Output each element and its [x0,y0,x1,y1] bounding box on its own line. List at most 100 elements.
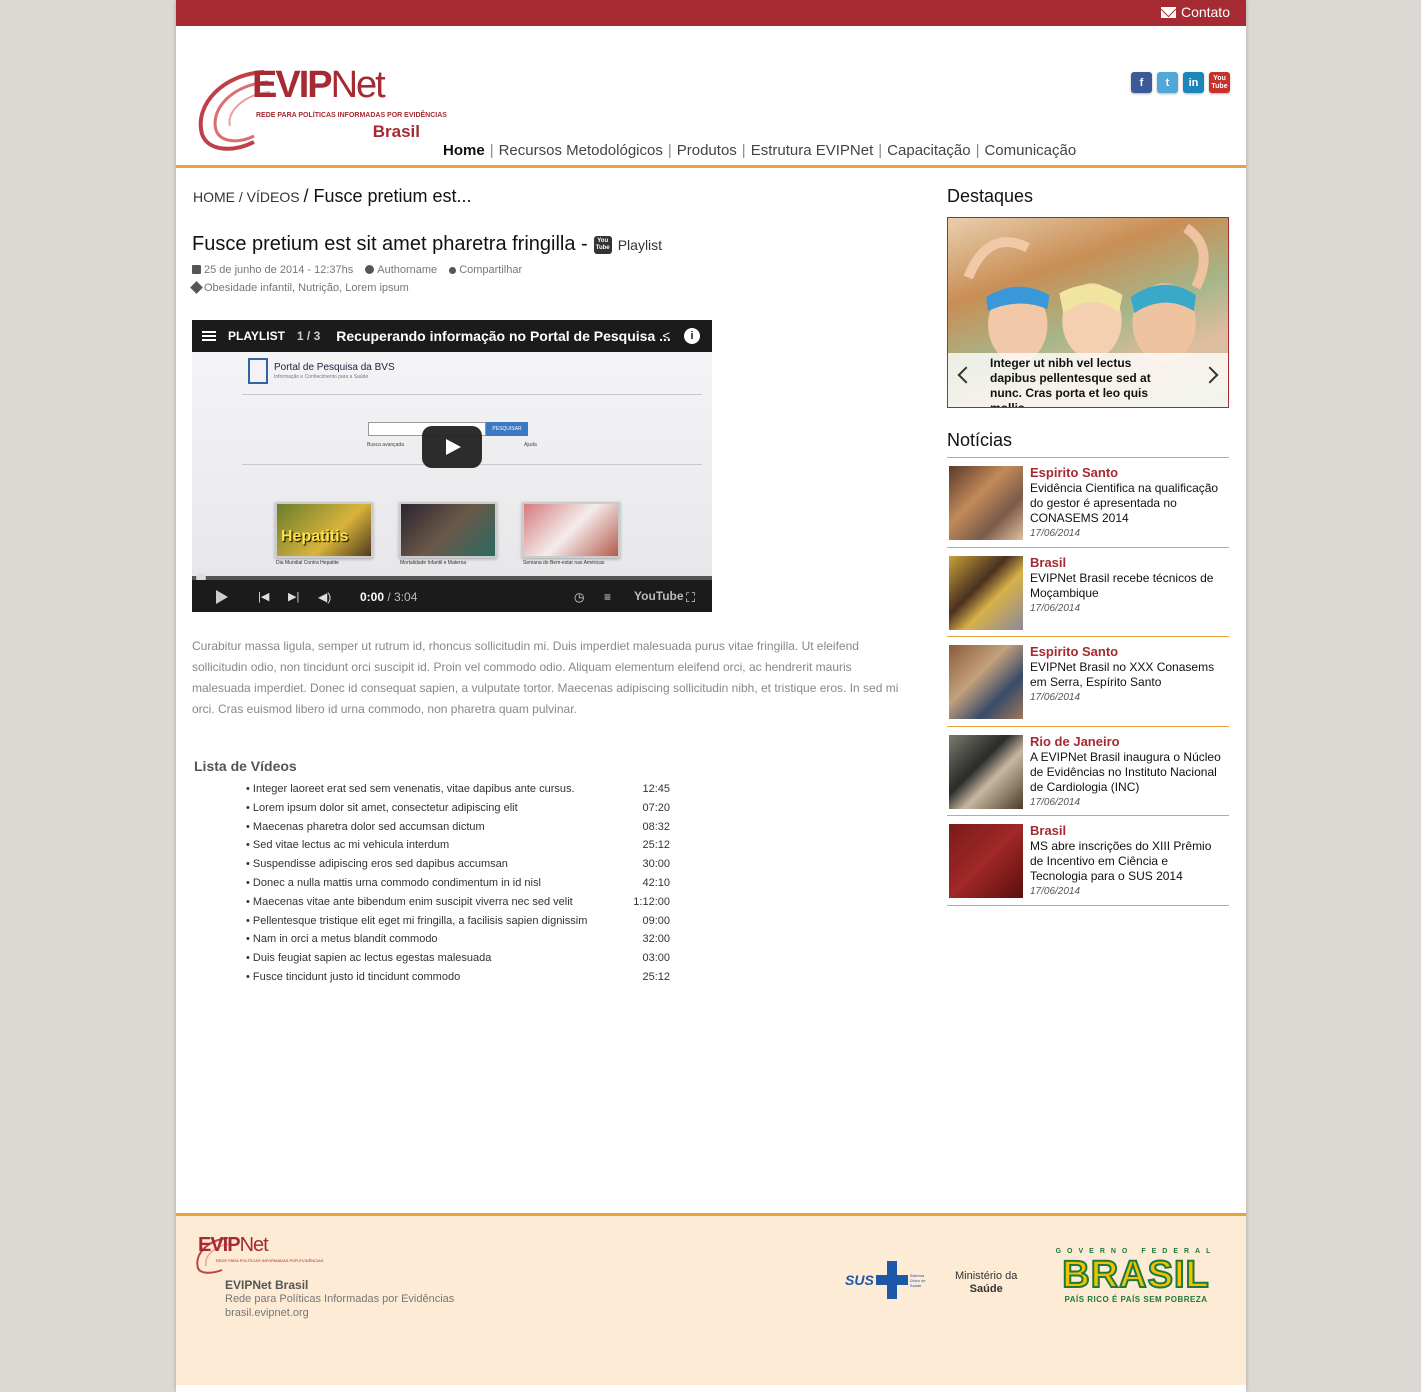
thumb1-label: Hepatitis [281,528,349,545]
ministerio-saude-logo[interactable]: Ministério da Saúde [955,1270,1017,1296]
news-text: A EVIPNet Brasil inaugura o Núcleo de Ev… [1030,749,1221,794]
facebook-icon[interactable]: f [1131,72,1152,93]
evipnet-logo[interactable]: EVIPNet REDE PARA POLÍTICAS INFORMADAS P… [194,44,447,154]
footer-logo-tagline: REDE PARA POLÍTICAS INFORMADAS POR EVIDÊ… [216,1258,324,1263]
logo-country: Brasil [372,122,420,141]
logo-evip: EVIP [252,64,333,106]
volume-icon[interactable]: ◀) [318,590,331,604]
article-date: 25 de junho de 2014 - 12:37hs [204,264,354,276]
twitter-icon[interactable]: t [1157,72,1178,93]
linkedin-icon[interactable]: in [1183,72,1204,93]
news-item[interactable]: Rio de Janeiro A EVIPNet Brasil inaugura… [947,727,1229,817]
youtube-icon[interactable]: You Tube [1209,72,1230,93]
news-thumbnail [949,824,1023,899]
video-list-item[interactable]: Nam in orci a metus blandit commodo 32:00 [246,930,670,949]
bvs-advanced-search: Busca avançada [367,442,404,448]
video-item-duration: 07:20 [642,801,670,814]
video-thumb-semana [522,502,620,558]
nav-recursos[interactable]: Recursos Metodológicos [499,142,663,159]
video-item-duration: 03:00 [642,952,670,965]
video-list-item[interactable]: Maecenas pharetra dolor sed accumsan dic… [246,818,670,837]
youtube-logo[interactable]: YouTube [634,589,684,603]
video-item-label: Fusce tincidunt justo id tincidunt commo… [246,968,460,987]
footer-name: EVIPNet Brasil [225,1278,309,1292]
video-list-item[interactable]: Sed vitae lectus ac mi vehicula interdum… [246,836,670,855]
sus-logo[interactable]: SUS Sistema Único de Saúde [845,1260,930,1300]
tags-text[interactable]: Obesidade infantil, Nutrição, Lorem ipsu… [204,282,409,294]
player-info-icon[interactable]: i [684,328,700,344]
governo-federal-logo[interactable]: GOVERNO FEDERAL BRASIL PAÍS RICO É PAÍS … [1048,1248,1224,1304]
video-list-item[interactable]: Donec a nulla mattis urna commodo condim… [246,874,670,893]
news-item[interactable]: Brasil MS abre inscrições do XIII Prêmio… [947,816,1229,906]
footer-logo[interactable]: EVIPNet [198,1234,269,1257]
logo-tagline: REDE PARA POLÍTICAS INFORMADAS POR EVIDÊ… [256,112,447,119]
article-title-text: Fusce pretium est sit amet pharetra frin… [192,233,588,255]
sidebar: Destaques Integer ut nibh vel lectus dap… [947,186,1229,906]
breadcrumb-home[interactable]: HOME [193,189,235,205]
play-button[interactable] [422,426,482,468]
news-item[interactable]: Espirito Santo Evidência Cientifica na q… [947,458,1229,548]
nav-estrutura[interactable]: Estrutura EVIPNet [751,142,874,159]
nav-comunicacao[interactable]: Comunicação [984,142,1076,159]
news-date: 17/06/2014 [1030,528,1081,539]
nav-capacitacao[interactable]: Capacitação [887,142,970,159]
video-list-item[interactable]: Lorem ipsum dolor sit amet, consectetur … [246,799,670,818]
contato-link[interactable]: Contato [1160,4,1230,20]
playlist-icon[interactable]: ≡ [604,590,611,604]
share-link[interactable]: Compartilhar [449,264,522,276]
gov-bottom: PAÍS RICO É PAÍS SEM POBREZA [1064,1295,1208,1304]
sus-wordmark: SUS [845,1272,874,1288]
nav-separator: | [489,142,494,159]
slide-caption: Integer ut nibh vel lectus dapibus pelle… [948,353,1228,407]
news-date: 17/06/2014 [1030,692,1081,704]
news-thumbnail [949,734,1023,809]
bvs-header: Portal de Pesquisa da BVS Informação e C… [248,358,395,390]
video-item-label: Sed vitae lectus ac mi vehicula interdum [246,836,449,855]
watch-later-icon[interactable]: ◷ [574,590,584,604]
player-video-title[interactable]: Recuperando informação no Portal de Pesq… [336,328,671,344]
thumb3-caption: Semana do Bem-estar nas Américas [523,560,605,566]
bvs-title: Portal de Pesquisa da BVS [274,362,395,373]
video-item-label: Donec a nulla mattis urna commodo condim… [246,874,541,893]
video-list-item[interactable]: Integer laoreet erat sed sem venenatis, … [246,780,670,799]
video-list-item[interactable]: Suspendisse adipiscing eros sed dapibus … [246,855,670,874]
news-thumbnail [949,555,1023,630]
nav-separator: | [975,142,980,159]
nav-produtos[interactable]: Produtos [677,142,737,159]
video-list: Integer laoreet erat sed sem venenatis, … [246,780,670,987]
video-list-item[interactable]: Duis feugiat sapien ac lectus egestas ma… [246,949,670,968]
footer-url[interactable]: brasil.evipnet.org [225,1307,309,1319]
video-player[interactable]: PLAYLIST 1 / 3 Recuperando informação no… [192,320,712,612]
player-playlist-label[interactable]: PLAYLIST [228,329,285,343]
news-item[interactable]: Brasil EVIPNet Brasil recebe técnicos de… [947,548,1229,638]
video-item-label: Maecenas vitae ante bibendum enim suscip… [246,893,573,912]
playlist-menu-icon[interactable] [202,331,216,341]
ministerio-line2: Saúde [969,1283,1003,1295]
video-list-item[interactable]: Pellentesque tristique elit eget mi frin… [246,912,670,931]
news-category: Brasil [1030,823,1067,839]
video-item-label: Duis feugiat sapien ac lectus egestas ma… [246,949,491,968]
article-author[interactable]: Authorname [377,264,437,276]
player-share-icon[interactable]: < [662,328,670,343]
playlist-link[interactable]: Playlist [618,237,662,253]
video-list-item[interactable]: Maecenas vitae ante bibendum enim suscip… [246,893,670,912]
time-total: / 3:04 [387,590,418,604]
news-item[interactable]: Espirito Santo EVIPNet Brasil no XXX Con… [947,637,1229,727]
video-thumb-mortalidade [399,502,497,558]
video-item-duration: 30:00 [642,858,670,871]
play-icon[interactable] [216,590,228,604]
slider-prev-icon[interactable] [957,366,975,384]
breadcrumb-videos[interactable]: VÍDEOS [247,189,300,205]
fullscreen-icon[interactable]: ⛶ [686,590,695,606]
video-item-duration: 25:12 [642,970,670,983]
slider-next-icon[interactable] [1201,366,1219,384]
next-icon[interactable]: ▶| [288,590,299,603]
news-category: Espirito Santo [1030,644,1119,660]
nav-home[interactable]: Home [443,142,485,159]
highlights-slider[interactable]: Integer ut nibh vel lectus dapibus pelle… [947,217,1229,408]
nav-separator: | [741,142,746,159]
previous-icon[interactable]: |◀ [258,590,269,603]
video-item-label: Integer laoreet erat sed sem venenatis, … [246,780,575,799]
video-list-item[interactable]: Fusce tincidunt justo id tincidunt commo… [246,968,670,987]
video-item-duration: 25:12 [642,839,670,852]
